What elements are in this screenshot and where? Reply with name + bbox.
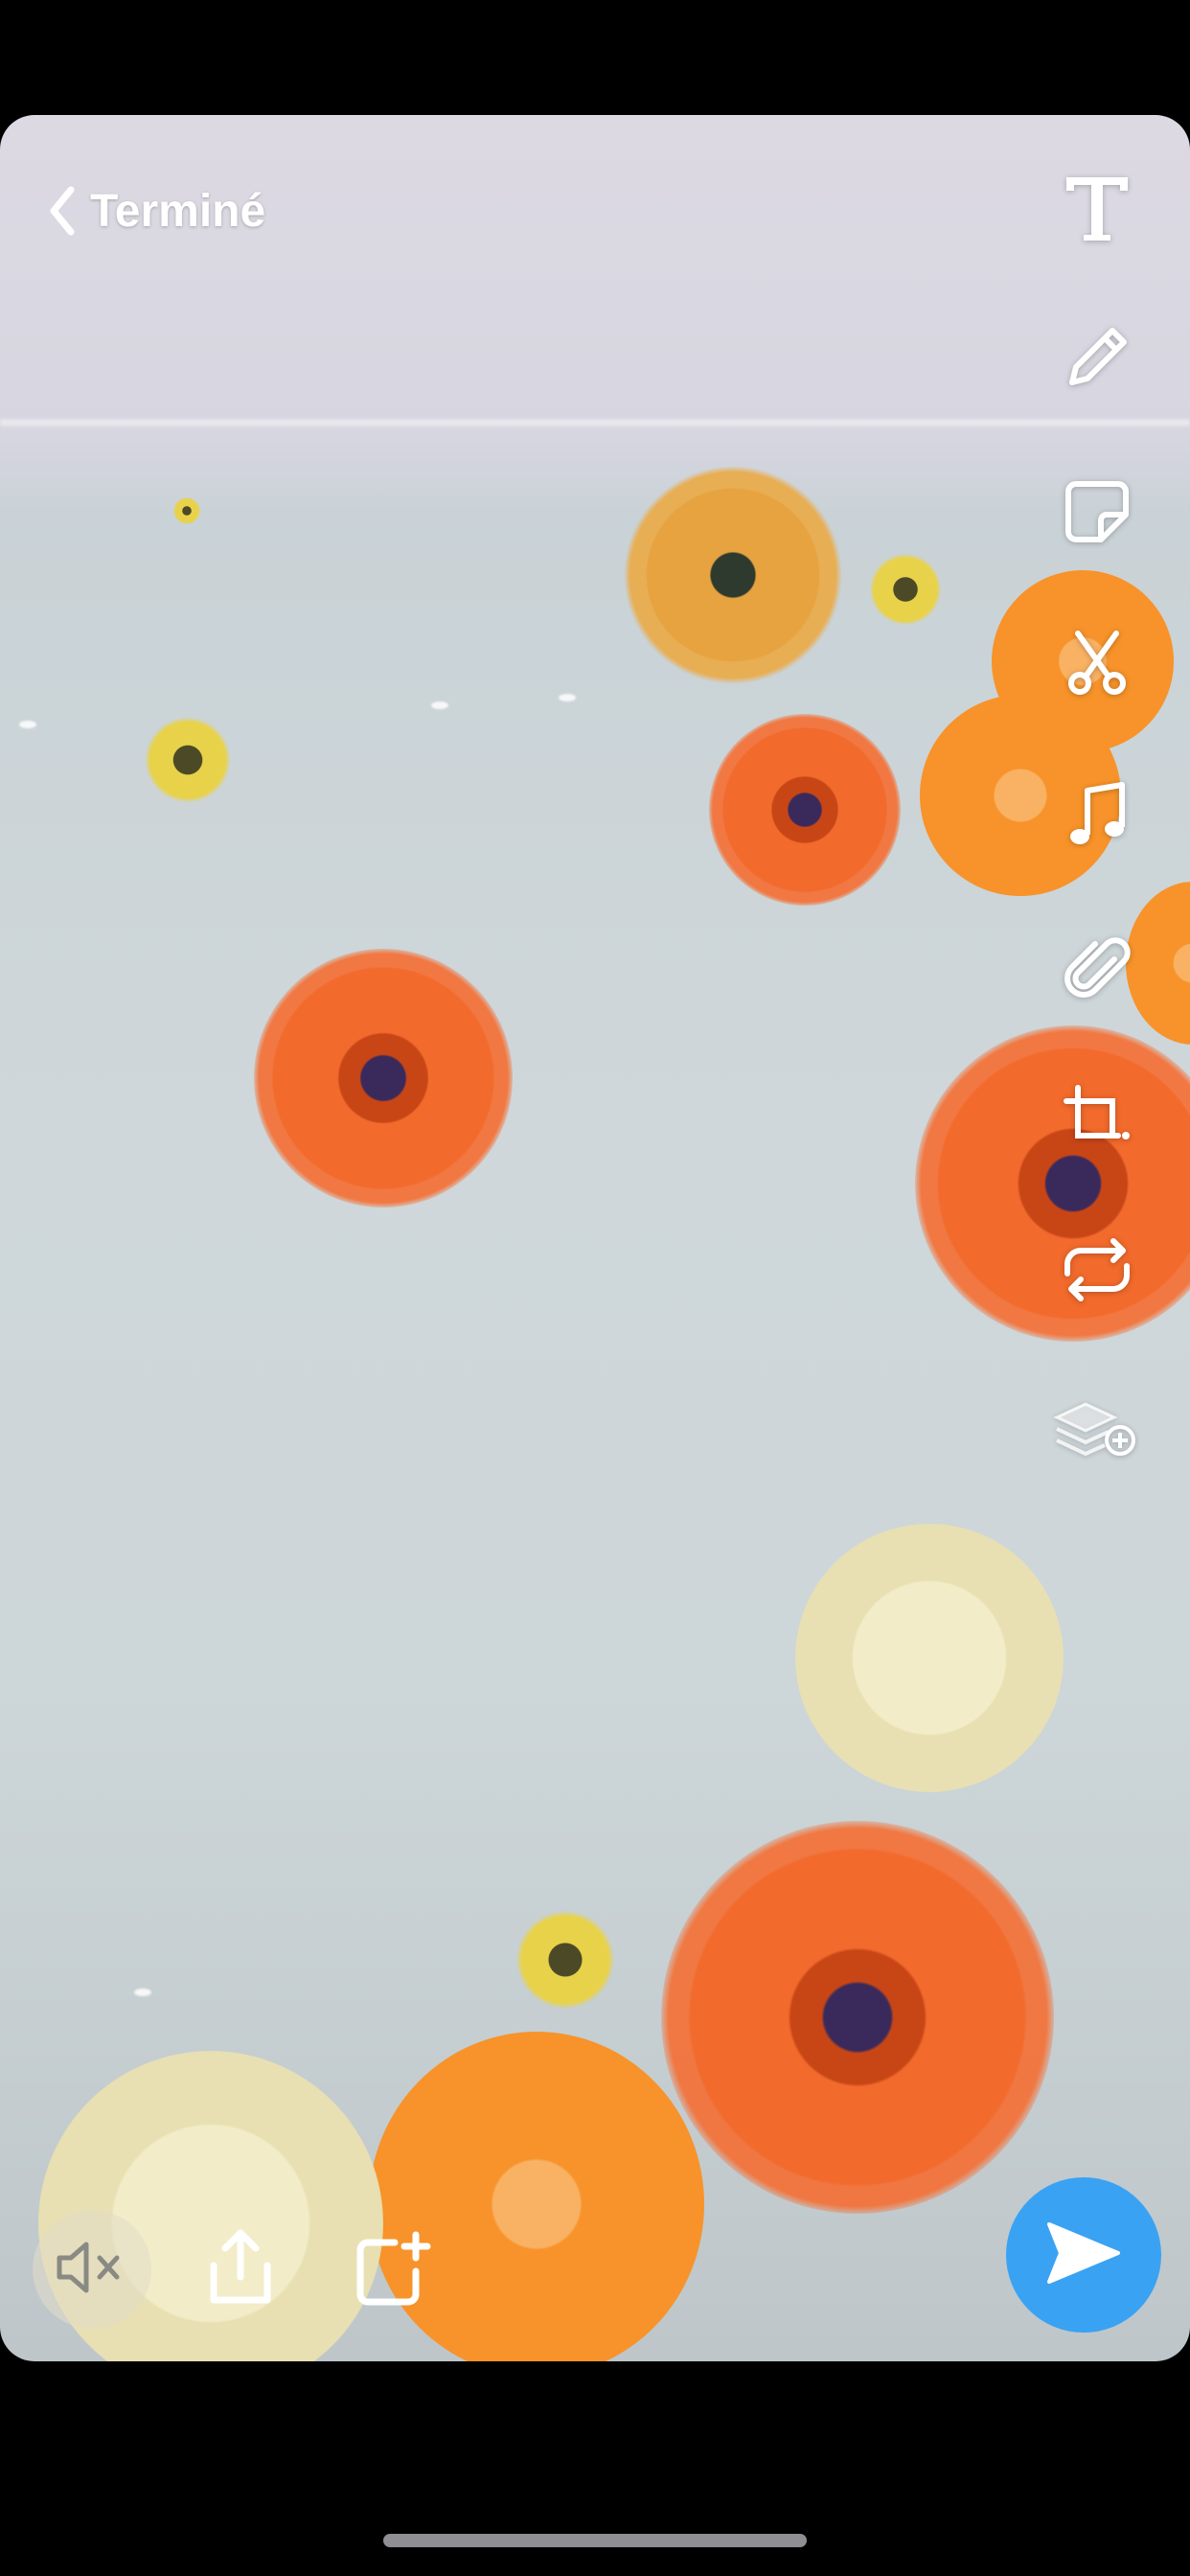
crop-tool-button[interactable] bbox=[1054, 1079, 1140, 1165]
loop-icon bbox=[1054, 1231, 1140, 1313]
done-label: Terminé bbox=[90, 185, 266, 237]
add-story-button[interactable] bbox=[347, 2225, 439, 2317]
small-yellow-flower bbox=[513, 1907, 618, 2012]
sticker-icon bbox=[1059, 472, 1135, 554]
music-note-icon bbox=[1059, 777, 1135, 859]
tub-edge bbox=[0, 420, 1190, 426]
draw-tool-button[interactable] bbox=[1054, 316, 1140, 402]
small-yellow-flower bbox=[142, 714, 234, 806]
add-story-icon bbox=[353, 2229, 433, 2314]
speaker-muted-icon bbox=[54, 2239, 130, 2301]
done-button[interactable]: Terminé bbox=[48, 182, 265, 240]
crop-icon bbox=[1057, 1082, 1137, 1163]
white-carnation-flower bbox=[795, 1524, 1064, 1792]
attachment-tool-button[interactable] bbox=[1054, 928, 1140, 1014]
mute-button[interactable] bbox=[33, 2210, 151, 2329]
pencil-icon bbox=[1059, 319, 1135, 401]
home-indicator bbox=[383, 2534, 807, 2547]
light-reflection bbox=[431, 702, 448, 709]
orange-gerbera-flower bbox=[254, 949, 513, 1208]
orange-gerbera-flower bbox=[915, 1025, 1190, 1342]
yellow-gerbera-flower bbox=[623, 465, 843, 685]
small-yellow-flower bbox=[172, 496, 201, 525]
sticker-tool-button[interactable] bbox=[1054, 470, 1140, 556]
layers-add-icon bbox=[1051, 1391, 1143, 1472]
orange-gerbera-flower bbox=[661, 1821, 1054, 2214]
share-button[interactable] bbox=[197, 2223, 284, 2315]
share-icon bbox=[204, 2227, 277, 2312]
light-reflection bbox=[559, 694, 576, 702]
snap-preview-image bbox=[0, 115, 1190, 2361]
light-reflection bbox=[134, 1989, 151, 1996]
small-yellow-flower bbox=[867, 551, 944, 628]
chevron-left-icon bbox=[48, 186, 77, 236]
loop-tool-button[interactable] bbox=[1054, 1229, 1140, 1315]
layers-tool-button[interactable] bbox=[1051, 1388, 1143, 1474]
scissors-icon bbox=[1059, 624, 1135, 705]
send-arrow-icon bbox=[1043, 2219, 1124, 2292]
text-icon bbox=[1059, 168, 1135, 249]
music-tool-button[interactable] bbox=[1054, 774, 1140, 861]
light-reflection bbox=[19, 721, 36, 728]
scissors-tool-button[interactable] bbox=[1054, 621, 1140, 707]
text-tool-button[interactable] bbox=[1054, 165, 1140, 251]
paperclip-icon bbox=[1059, 931, 1135, 1012]
send-button[interactable] bbox=[1006, 2177, 1161, 2333]
orange-gerbera-flower bbox=[709, 714, 901, 906]
